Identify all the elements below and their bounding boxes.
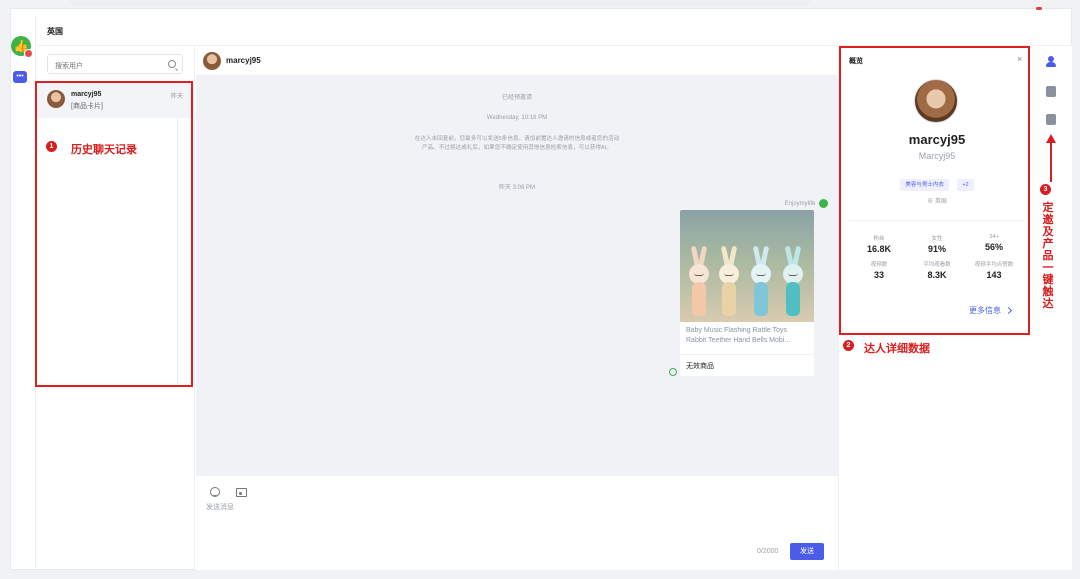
product-image: [680, 210, 814, 322]
page-title: 英国: [47, 27, 63, 36]
product-card[interactable]: Baby Music Flashing Rattle Toys Rabbit T…: [680, 210, 814, 376]
message-composer: 0/2000 发送: [196, 476, 838, 570]
chat-icon[interactable]: •••: [13, 71, 27, 83]
chat-header: marcyj95: [196, 46, 838, 76]
sender-avatar-icon: [819, 199, 828, 208]
image-icon[interactable]: [236, 488, 248, 497]
search-input[interactable]: [48, 57, 158, 76]
app-logo-icon[interactable]: 👍: [11, 36, 33, 58]
system-date: 昨天 3:08 PM: [498, 185, 535, 191]
box-icon[interactable]: [1046, 86, 1056, 97]
annotation-box-profile: [839, 46, 1030, 335]
annotation-number: 3: [1040, 184, 1051, 195]
annotation-number: 1: [46, 141, 57, 152]
product-title: Baby Music Flashing Rattle Toys Rabbit T…: [686, 327, 791, 344]
annotation-label-vertical: 定邀及产品一键触达: [1042, 202, 1054, 310]
emoji-icon[interactable]: [210, 487, 220, 497]
person-icon[interactable]: [1046, 56, 1056, 67]
sent-check-icon: [669, 368, 677, 376]
annotation-number: 2: [843, 340, 854, 351]
annotation-arrow-line: [1050, 142, 1052, 182]
notification-dot: [1036, 7, 1042, 10]
message-input[interactable]: [206, 502, 806, 532]
contact-name: marcyj95: [226, 56, 261, 65]
char-counter: 0/2000: [757, 548, 779, 555]
search-box[interactable]: [47, 54, 183, 76]
system-invited: 已经预邀请: [501, 95, 532, 101]
message-sender: Enjoymylife: [785, 199, 828, 208]
chat-messages: 已经预邀请 Wednesday, 10:18 PM 在达人未回复前，您最多可以发…: [196, 76, 838, 476]
search-icon[interactable]: [168, 60, 176, 68]
annotation-label: 达人详细数据: [864, 343, 930, 355]
product-status: 无效商品: [680, 354, 814, 376]
contact-avatar: [203, 52, 221, 70]
annotation-label: 历史聊天记录: [71, 144, 137, 156]
left-rail: 👍 •••: [10, 16, 36, 570]
annotation-box-history: [35, 81, 193, 387]
system-notice: 在达人未回复前，您最多可以发送5条信息。请加前置达人邀请的信息或者您的活动产品。…: [414, 136, 620, 151]
page-header: 英国: [37, 16, 1072, 46]
sender-name: Enjoymylife: [784, 201, 816, 208]
system-date: Wednesday, 10:18 PM: [486, 115, 548, 121]
top-strip: [70, 0, 810, 6]
doc-icon[interactable]: [1046, 114, 1056, 125]
send-button[interactable]: 发送: [790, 543, 824, 560]
